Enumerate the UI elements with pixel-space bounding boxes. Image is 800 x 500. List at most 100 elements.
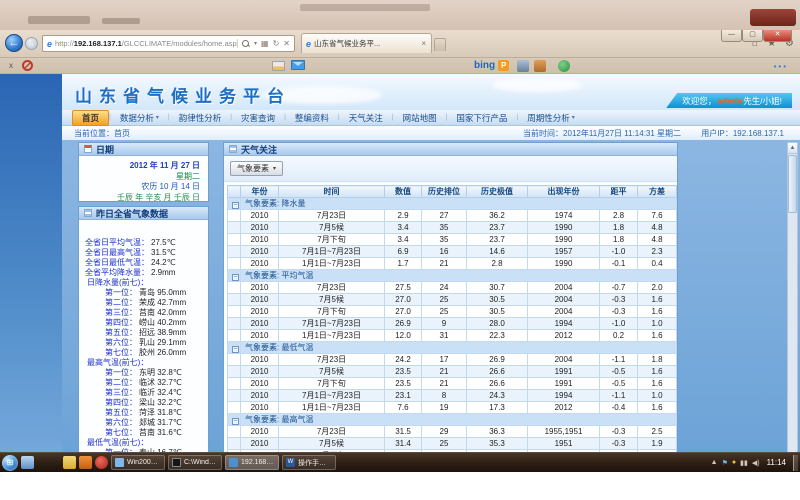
taskbar-button-2[interactable]: 192.168.59.99...	[225, 455, 279, 470]
maximize-button[interactable]: ▢	[742, 30, 763, 42]
blocked-content-icon[interactable]	[22, 60, 33, 71]
toolbar-more-icon[interactable]: •••	[774, 62, 788, 71]
nav-item-8[interactable]: 周期性分析▾	[518, 111, 584, 125]
cell-4: 24.3	[467, 390, 528, 402]
rank-label: 第三位：	[79, 388, 137, 398]
taskbar-button-1[interactable]: C:\Windows\s...	[168, 455, 222, 470]
cell-7: 1.6	[638, 402, 677, 414]
close-button[interactable]: ✕	[763, 30, 792, 42]
rank-value: 乳山 29.1mm	[139, 338, 186, 347]
nav-item-7[interactable]: 国家下行产品	[447, 111, 516, 125]
cell-0: 2010	[241, 426, 279, 438]
globe-icon[interactable]	[558, 60, 570, 72]
browser-tab[interactable]: e 山东省气候业务平... ×	[301, 33, 432, 53]
table-header-row: 年份时间数值历史排位历史极值出现年份距平方差	[228, 186, 677, 198]
nav-item-5[interactable]: 天气关注	[340, 111, 392, 125]
folder-icon[interactable]	[63, 456, 76, 469]
stop-icon[interactable]: ✕	[283, 39, 290, 48]
scrollbar-thumb[interactable]	[788, 155, 797, 213]
new-tab-button[interactable]	[434, 38, 446, 51]
update-icon[interactable]: ●	[732, 459, 736, 466]
cell-3: 17	[422, 354, 467, 366]
collapse-icon[interactable]: –	[232, 274, 239, 281]
taskbar-button-0[interactable]: Win2008 (VS2...	[111, 455, 165, 470]
table-toolbar: 气象要素 ▾	[224, 156, 677, 182]
show-desktop-button[interactable]	[793, 455, 798, 471]
group-row-0[interactable]: –气象要素: 降水量	[228, 198, 677, 210]
tab-close-icon[interactable]: ×	[420, 39, 427, 48]
collapse-icon[interactable]: –	[232, 418, 239, 425]
group-expand-cell[interactable]: –	[228, 198, 241, 210]
group-expand-cell[interactable]: –	[228, 270, 241, 282]
nav-item-0[interactable]: 首页	[72, 110, 109, 126]
element-filter-button[interactable]: 气象要素 ▾	[230, 161, 283, 176]
cell-7: 4.8	[638, 234, 677, 246]
mail-icon[interactable]	[291, 60, 305, 70]
camera-icon[interactable]	[517, 60, 529, 72]
cell-7: 2.0	[638, 282, 677, 294]
nav-item-4[interactable]: 整编资料	[286, 111, 338, 125]
refresh-icon[interactable]: ↻	[273, 39, 280, 48]
cell-6: -1.1	[600, 390, 638, 402]
search-icon[interactable]	[242, 40, 250, 48]
wallet-card-icon[interactable]	[272, 61, 285, 71]
collapse-icon[interactable]: –	[232, 346, 239, 353]
group-expand-cell[interactable]: –	[228, 414, 241, 426]
quick-launch-icon[interactable]	[21, 456, 34, 469]
cell-1: 7月23日	[279, 282, 385, 294]
webpage: 山东省气候业务平台 欢迎您，admin 先生/小姐! 首页|数据分析▾|韵律性分…	[0, 74, 800, 472]
address-bar[interactable]: e http://192.168.137.1/GLCCLIMATE/module…	[42, 35, 295, 52]
cell-5: 1994	[528, 318, 600, 330]
nav-item-3[interactable]: 灾害查询	[232, 111, 284, 125]
cell-1: 7月1日~7月23日	[279, 390, 385, 402]
volume-icon[interactable]: ◀)	[752, 459, 760, 467]
row-expand-cell	[228, 318, 241, 330]
nav-item-2[interactable]: 韵律性分析	[170, 111, 231, 125]
taskbar-button-3[interactable]: W操作手册.docx ...	[282, 455, 336, 470]
forward-button[interactable]: →	[25, 37, 38, 50]
table-body: –气象要素: 降水量20107月23日2.92736.219742.87.620…	[228, 198, 677, 473]
group-row-2[interactable]: –气象要素: 最低气温	[228, 342, 677, 354]
media-app-icon[interactable]	[79, 456, 92, 469]
nav-item-6[interactable]: 网站地图	[394, 111, 446, 125]
rank-value: 崂山 40.2mm	[139, 318, 186, 327]
rank-value: 青岛 95.0mm	[139, 288, 186, 297]
scroll-up-icon[interactable]: ▲	[788, 143, 797, 154]
background-window-close-button[interactable]	[750, 9, 796, 26]
network-icon[interactable]: ▮▮	[740, 459, 748, 467]
table-row: 20107月下旬27.02530.52004-0.31.6	[228, 306, 677, 318]
chevron-down-icon[interactable]: ▾	[254, 40, 257, 47]
tray-expand-icon[interactable]: ▲	[711, 459, 718, 466]
group-row-1[interactable]: –气象要素: 平均气温	[228, 270, 677, 282]
group-name: 气象要素: 最低气温	[241, 342, 677, 354]
cell-2: 12.0	[385, 330, 422, 342]
page-scrollbar[interactable]: ▲ ▼	[787, 142, 798, 470]
addon-bar-close-icon[interactable]: x	[9, 61, 13, 70]
weather-focus-title: 天气关注	[241, 143, 277, 156]
row-expand-cell	[228, 222, 241, 234]
cell-4: 30.5	[467, 306, 528, 318]
cell-2: 27.5	[385, 282, 422, 294]
cell-7: 1.8	[638, 354, 677, 366]
nav-item-label: 周期性分析	[527, 112, 570, 124]
taskbar-clock[interactable]: 11:14	[767, 458, 786, 467]
action-center-icon[interactable]: ⚑	[722, 459, 728, 467]
minimize-button[interactable]: —	[721, 30, 742, 42]
cell-4: 2.8	[467, 258, 528, 270]
nav-item-1[interactable]: 数据分析▾	[111, 111, 168, 125]
bing-logo[interactable]: bingP	[474, 60, 509, 71]
start-button[interactable]: ⊞	[2, 455, 18, 471]
nav-item-label: 韵律性分析	[179, 112, 222, 124]
background-window-artifact	[28, 16, 90, 24]
app-icon[interactable]	[95, 456, 108, 469]
share-icon[interactable]	[534, 60, 546, 72]
cell-1: 1月1日~7月23日	[279, 258, 385, 270]
collapse-icon[interactable]: –	[232, 202, 239, 209]
group-row-3[interactable]: –气象要素: 最高气温	[228, 414, 677, 426]
compatibility-view-icon[interactable]: ▦	[261, 39, 269, 48]
current-time: 当前时间：2012年11月27日 11:14:31 星期二	[523, 129, 681, 138]
back-button[interactable]: ←	[5, 34, 23, 52]
url-text: http://192.168.137.1/GLCCLIMATE/modules/…	[55, 39, 237, 48]
rank-value: 莒南 42.0mm	[139, 308, 186, 317]
group-expand-cell[interactable]: –	[228, 342, 241, 354]
